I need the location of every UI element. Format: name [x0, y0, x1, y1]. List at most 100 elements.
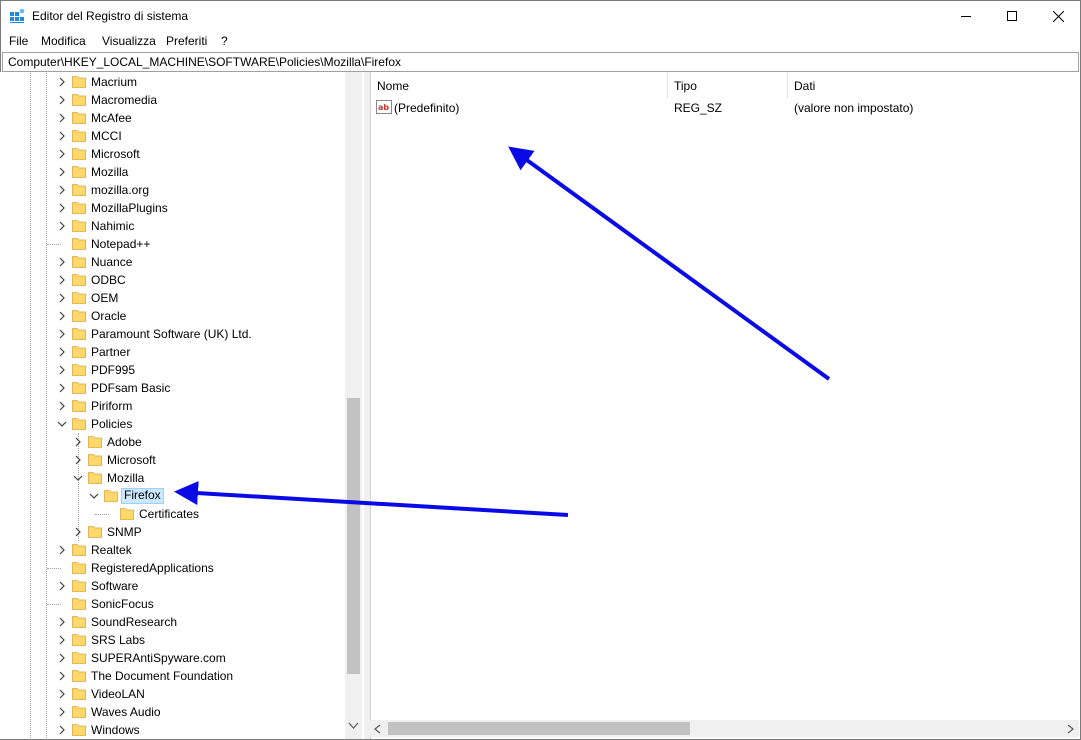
chevron-right-icon[interactable]: [57, 635, 67, 645]
menu-help[interactable]: ?: [221, 34, 228, 48]
tree-item[interactable]: MozillaPlugins: [0, 199, 345, 217]
tree-item-label: Realtek: [91, 543, 132, 557]
chevron-right-icon[interactable]: [57, 167, 67, 177]
tree-item[interactable]: Firefox: [0, 487, 345, 505]
key-tree-pane[interactable]: Macrium Macromedia McAfee MCCI Microsoft Mozi…: [0, 72, 365, 739]
chevron-down-icon[interactable]: [89, 491, 99, 501]
tree-vertical-scrollbar[interactable]: [345, 72, 362, 739]
chevron-right-icon[interactable]: [57, 131, 67, 141]
tree-item[interactable]: SNMP: [0, 523, 345, 541]
chevron-right-icon[interactable]: [57, 671, 67, 681]
tree-item[interactable]: Adobe: [0, 433, 345, 451]
tree-item[interactable]: PDFsam Basic: [0, 379, 345, 397]
folder-icon: [72, 202, 86, 214]
tree-item[interactable]: ODBC: [0, 271, 345, 289]
tree-item[interactable]: Partner: [0, 343, 345, 361]
tree-item[interactable]: Macrium: [0, 73, 345, 91]
chevron-right-icon[interactable]: [57, 725, 67, 735]
chevron-right-icon[interactable]: [73, 527, 83, 537]
chevron-down-icon[interactable]: [73, 473, 83, 483]
tree-item[interactable]: Certificates: [0, 505, 345, 523]
menu-visualizza[interactable]: Visualizza: [102, 34, 156, 48]
tree-item[interactable]: Policies: [0, 415, 345, 433]
column-header-data-label: Dati: [794, 79, 816, 93]
chevron-right-icon[interactable]: [57, 311, 67, 321]
chevron-down-icon[interactable]: [57, 419, 67, 429]
column-header-data[interactable]: Dati: [788, 72, 1080, 98]
chevron-right-icon[interactable]: [57, 149, 67, 159]
tree-item[interactable]: Paramount Software (UK) Ltd.: [0, 325, 345, 343]
tree-item[interactable]: Microsoft: [0, 145, 345, 163]
chevron-right-icon[interactable]: [57, 653, 67, 663]
values-list-pane[interactable]: Nome Tipo Dati ab (Predefinito) REG_SZ (…: [370, 72, 1079, 739]
menu-preferiti[interactable]: Preferiti: [166, 34, 207, 48]
menu-modifica[interactable]: Modifica: [41, 34, 86, 48]
tree-item[interactable]: VideoLAN: [0, 685, 345, 703]
tree-item[interactable]: Software: [0, 577, 345, 595]
tree-item[interactable]: SUPERAntiSpyware.com: [0, 649, 345, 667]
tree-scroll-thumb[interactable]: [347, 398, 360, 674]
column-header-name[interactable]: Nome: [371, 72, 668, 98]
h-scroll-thumb[interactable]: [388, 722, 690, 735]
tree-item[interactable]: mozilla.org: [0, 181, 345, 199]
tree-item[interactable]: RegisteredApplications: [0, 559, 345, 577]
tree-item[interactable]: Windows: [0, 721, 345, 739]
chevron-right-icon[interactable]: [57, 203, 67, 213]
tree-item[interactable]: Realtek: [0, 541, 345, 559]
svg-text:ab: ab: [378, 103, 389, 112]
chevron-right-icon[interactable]: [57, 185, 67, 195]
chevron-right-icon[interactable]: [57, 401, 67, 411]
tree-item-label: ODBC: [91, 273, 126, 287]
column-header-type[interactable]: Tipo: [668, 72, 788, 98]
tree-item[interactable]: PDF995: [0, 361, 345, 379]
chevron-right-icon[interactable]: [57, 257, 67, 267]
menu-file[interactable]: File: [9, 34, 28, 48]
tree-item[interactable]: OEM: [0, 289, 345, 307]
tree-item[interactable]: SoundResearch: [0, 613, 345, 631]
tree-item[interactable]: McAfee: [0, 109, 345, 127]
chevron-right-icon[interactable]: [57, 293, 67, 303]
chevron-right-icon[interactable]: [73, 437, 83, 447]
address-bar[interactable]: Computer\HKEY_LOCAL_MACHINE\SOFTWARE\Pol…: [2, 52, 1079, 72]
chevron-right-icon[interactable]: [57, 221, 67, 231]
tree-item[interactable]: MCCI: [0, 127, 345, 145]
chevron-right-icon[interactable]: [57, 95, 67, 105]
tree-item[interactable]: Piriform: [0, 397, 345, 415]
chevron-right-icon[interactable]: [57, 707, 67, 717]
chevron-right-icon[interactable]: [57, 545, 67, 555]
chevron-right-icon[interactable]: [57, 689, 67, 699]
tree-item[interactable]: Waves Audio: [0, 703, 345, 721]
chevron-right-icon[interactable]: [57, 365, 67, 375]
minimize-icon: [961, 16, 971, 17]
close-button[interactable]: [1035, 1, 1081, 31]
chevron-right-icon[interactable]: [57, 113, 67, 123]
tree-item[interactable]: Mozilla: [0, 469, 345, 487]
tree-item[interactable]: SonicFocus: [0, 595, 345, 613]
chevron-right-icon[interactable]: [57, 617, 67, 627]
scroll-right-arrow-icon[interactable]: [1067, 724, 1074, 734]
tree-item[interactable]: Nahimic: [0, 217, 345, 235]
tree-item[interactable]: Microsoft: [0, 451, 345, 469]
tree-item[interactable]: Mozilla: [0, 163, 345, 181]
tree-item[interactable]: Notepad++: [0, 235, 345, 253]
scroll-down-arrow-icon[interactable]: [348, 722, 359, 730]
tree-item[interactable]: Nuance: [0, 253, 345, 271]
address-path[interactable]: Computer\HKEY_LOCAL_MACHINE\SOFTWARE\Pol…: [8, 55, 401, 69]
chevron-right-icon[interactable]: [57, 77, 67, 87]
tree-item[interactable]: Oracle: [0, 307, 345, 325]
values-horizontal-scrollbar[interactable]: [370, 720, 1079, 737]
chevron-right-icon[interactable]: [57, 347, 67, 357]
chevron-right-icon[interactable]: [73, 455, 83, 465]
scroll-left-arrow-icon[interactable]: [374, 724, 381, 734]
chevron-right-icon[interactable]: [57, 581, 67, 591]
maximize-button[interactable]: [989, 1, 1035, 31]
tree-item[interactable]: Macromedia: [0, 91, 345, 109]
tree-item[interactable]: The Document Foundation: [0, 667, 345, 685]
title-bar[interactable]: Editor del Registro di sistema: [1, 1, 1080, 31]
chevron-right-icon[interactable]: [57, 329, 67, 339]
chevron-right-icon[interactable]: [57, 275, 67, 285]
minimize-button[interactable]: [943, 1, 989, 31]
chevron-right-icon[interactable]: [57, 383, 67, 393]
tree-item[interactable]: SRS Labs: [0, 631, 345, 649]
table-row[interactable]: ab (Predefinito) REG_SZ (valore non impo…: [371, 99, 1080, 117]
